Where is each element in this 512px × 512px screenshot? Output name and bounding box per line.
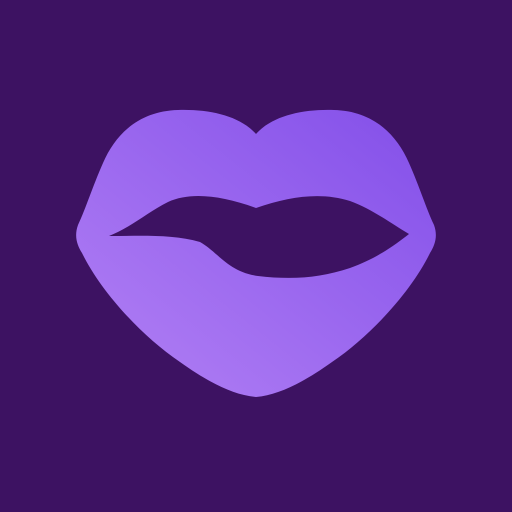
app-icon [0,0,512,512]
lips-icon [0,0,512,512]
